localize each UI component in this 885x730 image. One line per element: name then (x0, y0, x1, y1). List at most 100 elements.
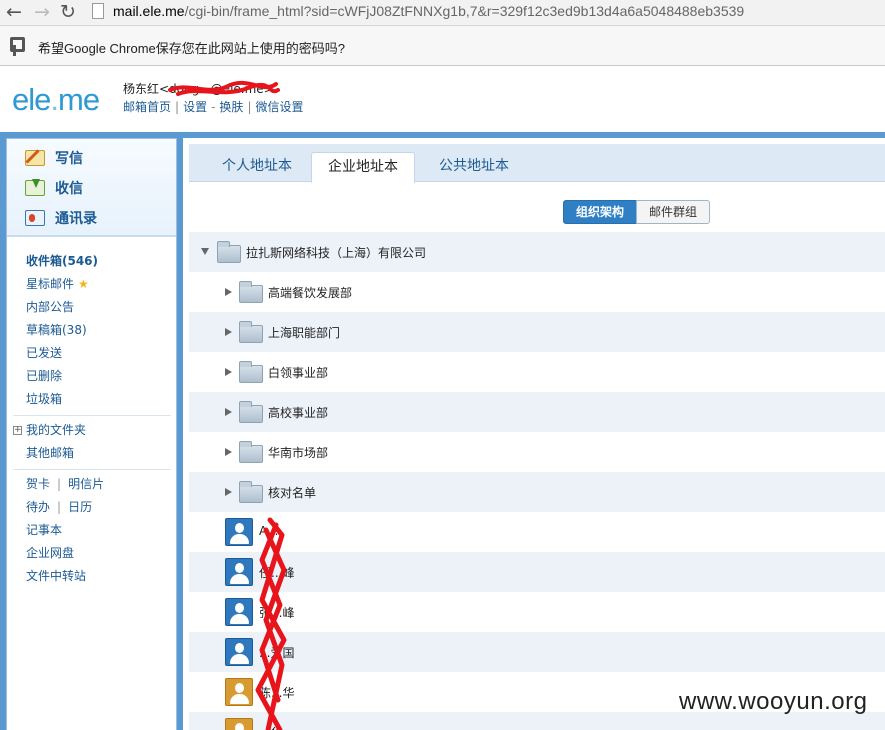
expand-arrow-icon[interactable] (225, 368, 232, 376)
link-calendar[interactable]: 日历 (68, 500, 92, 514)
infobar-message: 希望Google Chrome保存您在此网站上使用的密码吗? (38, 41, 345, 56)
department-row[interactable]: 上海职能部门 (189, 312, 885, 352)
expand-arrow-icon[interactable] (225, 408, 232, 416)
reload-icon[interactable]: ↻ (56, 1, 80, 25)
folder-icon (239, 401, 263, 423)
link-postcard[interactable]: 明信片 (68, 477, 104, 491)
contact-name: A... (259, 524, 279, 538)
link-file-transfer[interactable]: 文件中转站 (26, 565, 176, 588)
link-wechat-settings[interactable]: 微信设置 (255, 100, 303, 114)
department-row[interactable]: 白领事业部 (189, 352, 885, 392)
avatar-icon (225, 718, 253, 730)
browser-toolbar: ← → ↻ mail.ele.me/cgi-bin/frame_html?sid… (0, 0, 885, 26)
back-arrow-icon[interactable]: ← (2, 1, 26, 25)
link-mail-home[interactable]: 邮箱首页 (123, 100, 171, 114)
link-notepad[interactable]: 记事本 (26, 519, 176, 542)
expand-arrow-icon[interactable] (225, 328, 232, 336)
department-row[interactable]: 核对名单 (189, 472, 885, 512)
inbox-download-icon (25, 179, 45, 196)
expand-arrow-icon[interactable] (225, 448, 232, 456)
password-save-infobar: 希望Google Chrome保存您在此网站上使用的密码吗? (0, 26, 885, 66)
starred-label: 星标邮件 (26, 277, 75, 291)
contact-name: 任...峰 (259, 566, 295, 580)
folder-icon (239, 481, 263, 503)
expand-plus-icon[interactable]: + (13, 426, 22, 435)
link-todo[interactable]: 待办 (26, 500, 50, 514)
link-separator: | (175, 100, 180, 114)
receive-button[interactable]: 收信 (25, 175, 83, 201)
contact-row[interactable]: 张...峰 (189, 592, 885, 632)
department-label: 白领事业部 (268, 366, 329, 380)
sidebar-divider (13, 469, 171, 470)
department-row[interactable]: 高端餐饮发展部 (189, 272, 885, 312)
avatar-icon (225, 558, 253, 586)
department-label: 华南市场部 (268, 446, 329, 460)
folder-icon (239, 361, 263, 383)
sidebar-item-drafts[interactable]: 草稿箱(38) (26, 319, 176, 342)
tool-links: 贺卡 | 明信片 待办 | 日历 记事本 企业网盘 文件中转站 (26, 473, 176, 588)
quick-actions: 写信 收信 通讯录 (7, 139, 176, 237)
page-document-icon (92, 3, 104, 19)
mail-frame: 写信 收信 通讯录 收件箱(546) 星标邮件 ★ 内部公告 草稿箱(38) 已发… (0, 132, 885, 730)
link-skin[interactable]: 换肤 (219, 100, 243, 114)
sidebar-item-sent[interactable]: 已发送 (26, 342, 176, 365)
avatar-icon (225, 638, 253, 666)
collapse-arrow-icon[interactable] (201, 248, 209, 255)
segment-mail-groups[interactable]: 邮件群组 (636, 200, 711, 224)
contacts-icon (25, 210, 45, 226)
avatar-icon (225, 678, 253, 706)
tool-row: 待办 | 日历 (26, 496, 176, 519)
link-enterprise-disk[interactable]: 企业网盘 (26, 542, 176, 565)
folder-list: 收件箱(546) 星标邮件 ★ 内部公告 草稿箱(38) 已发送 已删除 垃圾箱 (26, 250, 176, 411)
link-separator: | (57, 477, 62, 491)
contact-row[interactable]: 任...峰 (189, 552, 885, 592)
org-root-label: 拉扎斯网络科技（上海）有限公司 (246, 246, 427, 260)
department-row[interactable]: 华南市场部 (189, 432, 885, 472)
folder-icon (239, 321, 263, 343)
segment-org-structure[interactable]: 组织架构 (563, 200, 638, 224)
sidebar-item-starred[interactable]: 星标邮件 ★ (26, 273, 176, 296)
link-greeting-card[interactable]: 贺卡 (26, 477, 50, 491)
contact-name: ...爱国 (259, 646, 295, 660)
expand-arrow-icon[interactable] (225, 488, 232, 496)
browser-window: { "browser": { "url_host": "mail.ele.me"… (0, 0, 885, 730)
brand-logo[interactable]: ele.me (12, 82, 100, 118)
sidebar-item-my-folders[interactable]: + 我的文件夹 (13, 419, 176, 442)
org-root-row[interactable]: 拉扎斯网络科技（上海）有限公司 (189, 232, 885, 272)
sidebar-item-announcements[interactable]: 内部公告 (26, 296, 176, 319)
address-bar[interactable]: mail.ele.me/cgi-bin/frame_html?sid=cWFjJ… (113, 3, 744, 19)
department-label: 核对名单 (268, 486, 317, 500)
tab-public[interactable]: 公共地址本 (423, 152, 525, 182)
tab-personal[interactable]: 个人地址本 (206, 152, 308, 182)
header-links: 邮箱首页 | 设置 - 换肤 | 微信设置 (123, 98, 304, 115)
folder-icon (239, 441, 263, 463)
sidebar-divider (13, 415, 171, 416)
avatar-icon (225, 598, 253, 626)
sidebar-item-spam[interactable]: 垃圾箱 (26, 388, 176, 411)
user-account: 杨东红<dong...@ele.me> (123, 82, 274, 96)
url-host: mail.ele.me (113, 3, 185, 19)
department-label: 高端餐饮发展部 (268, 286, 353, 300)
key-icon (9, 37, 25, 57)
sidebar-item-deleted[interactable]: 已删除 (26, 365, 176, 388)
sidebar-item-inbox[interactable]: 收件箱(546) (26, 250, 176, 273)
contacts-button[interactable]: 通讯录 (25, 205, 97, 231)
compose-button[interactable]: 写信 (25, 145, 83, 171)
link-settings[interactable]: 设置 (183, 100, 207, 114)
sidebar: 写信 收信 通讯录 收件箱(546) 星标邮件 ★ 内部公告 草稿箱(38) 已发… (6, 138, 177, 730)
contact-row[interactable]: ...爱国 (189, 632, 885, 672)
sidebar-item-other-mailbox[interactable]: 其他邮箱 (26, 442, 176, 465)
mail-header: ele.me 杨东红<dong...@ele.me> 邮箱首页 | 设置 - 换肤 | 微信… (0, 66, 885, 132)
tab-enterprise[interactable]: 企业地址本 (311, 152, 415, 183)
contact-name: 张...峰 (259, 606, 295, 620)
contact-row[interactable]: A... (189, 512, 885, 552)
department-label: 高校事业部 (268, 406, 329, 420)
custom-folders: + 我的文件夹 其他邮箱 (13, 419, 176, 465)
star-icon: ★ (78, 277, 89, 291)
forward-arrow-icon[interactable]: → (30, 1, 54, 25)
link-separator: - (211, 100, 216, 114)
expand-arrow-icon[interactable] (225, 288, 232, 296)
link-separator: | (247, 100, 252, 114)
department-row[interactable]: 高校事业部 (189, 392, 885, 432)
url-path: /cgi-bin/frame_html?sid=cWFjJ08ZtFNNXg1b… (184, 3, 745, 19)
